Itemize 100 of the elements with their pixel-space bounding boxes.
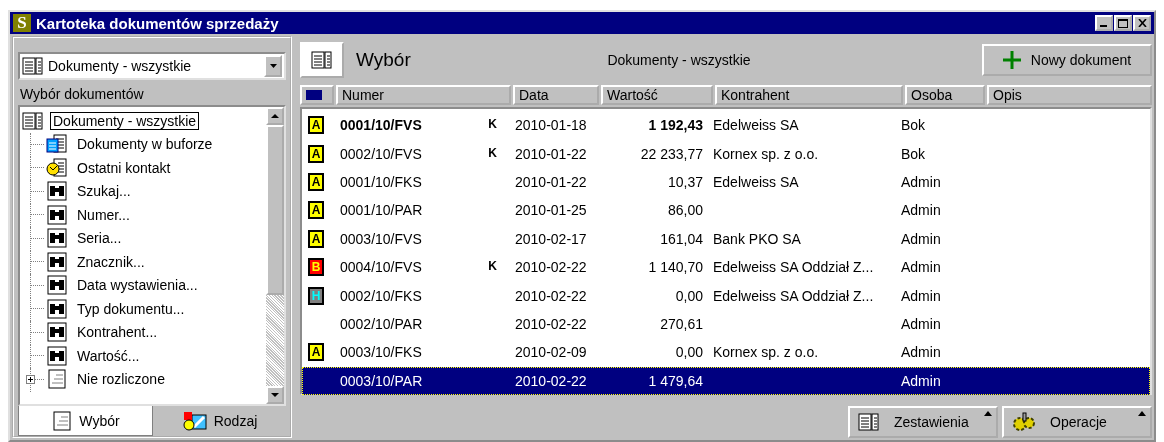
binoculars-icon [46,204,68,225]
status-badge: H [308,286,324,305]
menu-button[interactable]: Operacje [1002,406,1152,438]
table-cell-text: Admin [900,259,942,276]
column-header[interactable]: Numer [336,85,511,105]
tree-item[interactable]: Ostatni kontakt [74,158,174,177]
binoculars-icon [46,251,68,272]
table-cell-text: Edelweiss SA Oddział Z... [712,259,875,276]
up-arrow-icon[interactable] [271,114,279,118]
table-cell-text: 161,04 [659,230,704,247]
table-cell-text: 2010-01-18 [514,117,588,134]
table-cell-text: 270,61 [659,315,704,332]
tree-item[interactable]: Kontrahent... [74,323,161,342]
document-dropdown[interactable]: Dokumenty - wszystkie [18,52,286,80]
table-row[interactable]: A 0003/10/FKS 2010-02-09 0,00 Kornex sp. z o.o. Admin [302,338,1150,367]
table-cell-text: Bok [900,145,927,162]
table-cell-text: 2010-02-22 [514,372,588,389]
table-cell-text: Kornex sp. z o.o. [712,344,820,361]
table-cell-text: Bank PKO SA [712,230,802,247]
column-header[interactable]: Kontrahent [715,85,903,105]
status-badge: A [308,201,324,220]
table-cell-text: 10,37 [666,173,704,190]
table-cell: 0003/10/FKS [340,344,422,361]
table-cell-text: Admin [900,315,942,332]
tree-item[interactable]: Nie rozliczone [74,370,168,389]
close-icon [1137,19,1147,27]
table-row[interactable]: 0003/10/PAR 2010-02-22 1 479,64 Admin [302,366,1150,395]
document-icon [858,412,880,432]
table-cell: 0003/10/PAR [340,372,423,389]
status-badge: A [308,343,324,362]
table-cell: 0001/10/FKS [340,173,422,190]
table-cell: 0001/10/FVS [340,117,422,134]
status-badge: B [308,258,324,277]
table-row[interactable]: A 0001/10/FKS 2010-01-22 10,37 Edelweiss SA Admin [302,167,1150,197]
close-button[interactable] [1133,15,1151,31]
column-header[interactable]: Data [513,85,599,105]
down-arrow-icon[interactable] [271,393,279,397]
table-cell-text: Admin [900,287,942,304]
document-icon [22,56,44,76]
table-cell-text: Admin [900,173,942,190]
table-cell: 0002/10/FVS [340,145,422,162]
page-icon [46,369,68,390]
vertical-scrollbar[interactable] [266,107,284,404]
table-cell-text: 1 140,70 [647,259,704,276]
status-badge: A [308,116,324,135]
table-cell: 0003/10/FVS [340,230,422,247]
table-row[interactable]: A 0002/10/FVS K 2010-01-22 22 233,77 Kornex sp. z o.o. Bok [302,139,1150,168]
document-icon [311,50,333,70]
tree-item[interactable]: Znacznik... [74,252,148,271]
tree-item[interactable]: Dokumenty w buforze [74,135,216,154]
panel-title: Wybór [356,49,412,71]
tree-label: Wybór dokumentów [20,86,145,102]
table-cell: 0001/10/PAR [340,202,423,219]
table-cell-text: 2010-01-22 [514,173,588,190]
table-cell-text: 86,00 [666,202,704,219]
maximize-icon [1118,18,1128,28]
tree-item[interactable]: Dokumenty - wszystkie [50,111,200,130]
table-row[interactable]: A 0001/10/PAR 2010-01-25 86,00 Admin [302,196,1150,225]
table-cell-text: 2010-02-22 [514,315,588,332]
table-cell-text: 1 192,43 [647,117,704,134]
column-header[interactable]: Opis [987,85,1152,105]
tab[interactable]: Wybór [18,406,153,436]
table-cell: 0004/10/FVS [340,259,422,276]
column-header[interactable]: Osoba [905,85,985,105]
tree-item[interactable]: Szukaj... [74,182,134,201]
shapes-icon [181,411,208,431]
table-cell-text: 2010-01-25 [514,202,588,219]
table-row[interactable]: A 0003/10/FVS 2010-02-17 161,04 Bank PKO SA Admin [302,224,1150,253]
column-header[interactable]: Wartość [601,85,713,105]
table-cell-text: Admin [900,344,942,361]
new-document-button[interactable]: Nowy dokument [982,44,1152,76]
tree-item[interactable]: Seria... [74,229,125,248]
minimize-button[interactable] [1095,15,1113,31]
table-cell-text: 22 233,77 [639,145,704,162]
table-cell: K [488,117,497,134]
table-cell-text: Kornex sp. z o.o. [712,145,820,162]
table-cell-text: Admin [900,202,942,219]
maximize-button[interactable] [1114,15,1132,31]
tree-item[interactable]: Wartość... [74,346,143,365]
tree-item[interactable]: Typ dokumentu... [74,299,188,318]
tree-item[interactable]: Numer... [74,205,133,224]
table-row[interactable]: A 0001/10/FVS K 2010-01-18 1 192,43 Edelweiss SA Bok [302,111,1150,140]
table-cell-text: 0,00 [674,344,704,361]
expand-toggle[interactable] [26,374,35,384]
table-row[interactable]: 0002/10/PAR 2010-02-22 270,61 Admin [302,309,1150,339]
table-row[interactable]: H 0002/10/FKS 2010-02-22 0,00 Edelweiss SA Oddział Z... Admin [302,281,1150,310]
table-cell-text: 2010-02-22 [514,287,588,304]
table-cell-text: 2010-01-22 [514,145,588,162]
app-logo: S [13,14,31,32]
table-cell-text: 0,00 [674,287,704,304]
gears-icon [1012,412,1036,432]
document-button[interactable] [300,42,344,78]
table-cell-text: 2010-02-22 [514,259,588,276]
caret-icon [984,411,992,416]
table-row[interactable]: B 0004/10/FVS K 2010-02-22 1 140,70 Edelweiss SA Oddział Z... Admin [302,252,1150,282]
tree-item[interactable]: Data wystawienia... [74,276,201,295]
column-selector[interactable] [300,85,334,105]
binoculars-icon [46,228,68,249]
table-cell-text: Bok [900,117,927,134]
menu-button[interactable]: Zestawienia [848,406,998,438]
